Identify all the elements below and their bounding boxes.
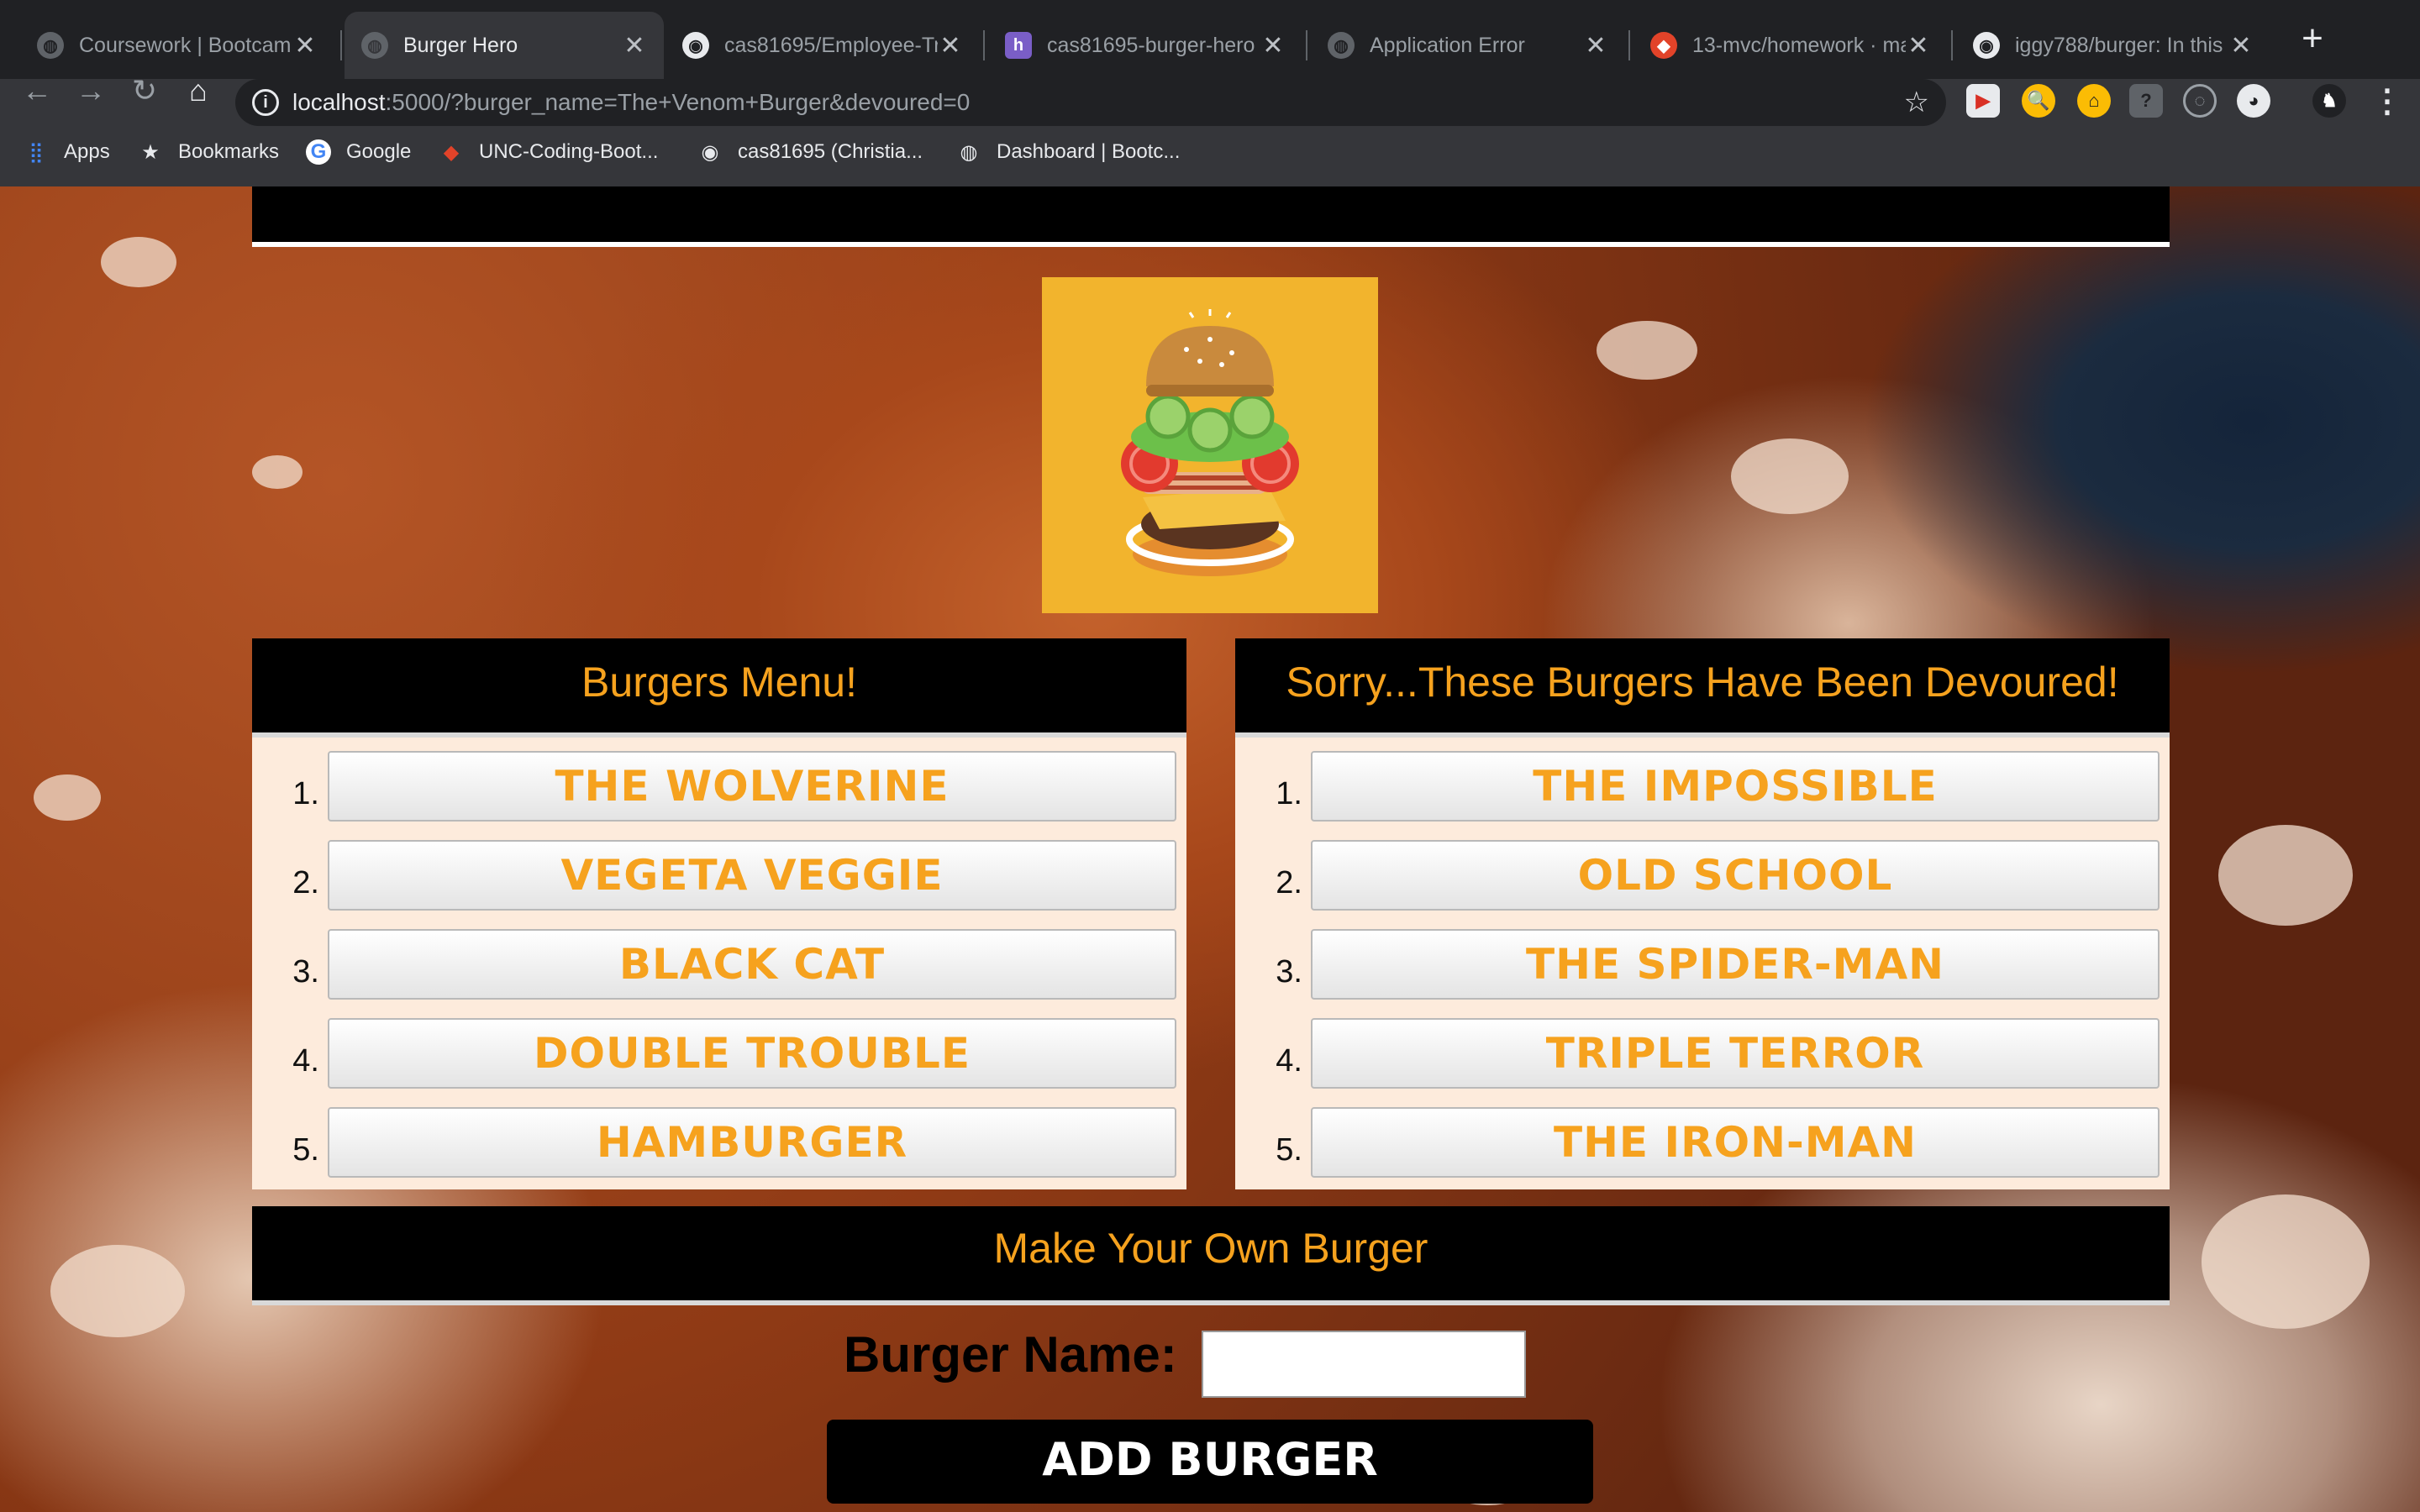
devoured-title: Sorry...These Burgers Have Been Devoured… — [1235, 638, 2170, 738]
globe-icon: ◍ — [37, 32, 64, 59]
tab-application-error[interactable]: ◍ Application Error ✕ — [1311, 12, 1625, 79]
background-texture — [2218, 825, 2353, 926]
devour-button[interactable]: Double Trouble — [328, 1018, 1176, 1089]
tab-iggy-burger[interactable]: ◉ iggy788/burger: In this ✕ — [1956, 12, 2270, 79]
close-icon[interactable]: ✕ — [1260, 31, 1286, 60]
background-texture — [34, 774, 101, 821]
forward-button[interactable]: → — [72, 72, 109, 109]
bookmark-star-icon[interactable]: ☆ — [1904, 86, 1929, 119]
bookmark-google[interactable]: G Google — [306, 139, 411, 165]
extension-icon[interactable]: ◌ — [2183, 84, 2217, 118]
gitlab-icon: ◆ — [443, 140, 460, 164]
burgers-menu-list: 1. The Wolverine 2. Vegeta Veggie 3. Bla… — [252, 738, 1186, 1189]
top-navbar — [252, 186, 2170, 247]
burger-name-label: Burger Name: — [844, 1326, 1177, 1383]
close-icon[interactable]: ✕ — [938, 31, 963, 60]
close-icon[interactable]: ✕ — [1583, 31, 1608, 60]
list-item: 1. The Impossible — [1235, 746, 2170, 835]
tab-divider — [340, 30, 342, 60]
devour-button[interactable]: The Wolverine — [328, 751, 1176, 822]
add-burger-button[interactable]: Add Burger — [827, 1420, 1593, 1504]
globe-icon: ◍ — [361, 32, 388, 59]
tab-divider — [1306, 30, 1307, 60]
profile-avatar-icon[interactable]: ♞ — [2312, 84, 2346, 118]
background-texture — [252, 455, 302, 489]
bookmark-bookmarks[interactable]: ★ Bookmarks — [138, 139, 279, 165]
devoured-panel: Sorry...These Burgers Have Been Devoured… — [1235, 638, 2170, 1189]
video-extension-icon[interactable]: ▶ — [1966, 84, 2000, 118]
bookmark-cas81695[interactable]: ◉ cas81695 (Christia... — [697, 139, 923, 165]
apps-grid-icon: ⣿ — [29, 140, 44, 164]
background-texture — [1731, 438, 1849, 514]
burger-logo — [1042, 277, 1378, 613]
list-item: 5. The Iron-Man — [1235, 1102, 2170, 1191]
devoured-burger-button[interactable]: The Iron-Man — [1311, 1107, 2160, 1178]
background-texture — [1597, 321, 1697, 380]
list-item: 2. Vegeta Veggie — [252, 835, 1186, 924]
tab-gitlab-homework[interactable]: ◆ 13-mvc/homework · ma ✕ — [1634, 12, 1948, 79]
burger-icon — [1121, 309, 1299, 576]
devour-button[interactable]: Hamburger — [328, 1107, 1176, 1178]
url-text: localhost:5000/?burger_name=The+Venom+Bu… — [292, 89, 971, 115]
page-viewport: Burgers Menu! 1. The Wolverine 2. Vegeta… — [0, 186, 2420, 1512]
info-icon[interactable]: i — [252, 89, 279, 116]
devour-button[interactable]: Vegeta Veggie — [328, 840, 1176, 911]
search-extension-icon[interactable]: 🔍 — [2022, 84, 2055, 118]
reload-button[interactable]: ↻ — [126, 72, 163, 109]
star-icon: ★ — [141, 140, 160, 164]
google-icon: G — [306, 139, 331, 165]
github-icon: ◉ — [701, 140, 719, 164]
tab-divider — [1628, 30, 1630, 60]
burgers-menu-title: Burgers Menu! — [252, 638, 1186, 738]
address-bar[interactable]: i localhost:5000/?burger_name=The+Venom+… — [235, 79, 1946, 126]
home-extension-icon[interactable]: ⌂ — [2077, 84, 2111, 118]
globe-icon: ◍ — [1328, 32, 1355, 59]
tab-heroku-app[interactable]: h cas81695-burger-hero ✕ — [988, 12, 1302, 79]
back-button[interactable]: ← — [18, 72, 55, 109]
new-tab-button[interactable]: + — [2294, 20, 2331, 59]
list-item: 3. The Spider-Man — [1235, 924, 2170, 1013]
list-item: 5. Hamburger — [252, 1102, 1186, 1191]
devoured-list: 1. The Impossible 2. Old School 3. The S… — [1235, 738, 2170, 1189]
make-burger-heading: Make Your Own Burger — [252, 1206, 2170, 1305]
tab-divider — [983, 30, 985, 60]
more-menu-icon[interactable]: ⋮ — [2371, 82, 2403, 120]
burger-name-input[interactable] — [1202, 1331, 1526, 1398]
list-item: 4. Triple Terror — [1235, 1013, 2170, 1102]
bookmark-unc-coding[interactable]: ◆ UNC-Coding-Boot... — [439, 139, 659, 165]
tab-employee-tracker[interactable]: ◉ cas81695/Employee-Tr ✕ — [666, 12, 980, 79]
close-icon[interactable]: ✕ — [622, 31, 647, 60]
heroku-icon: h — [1005, 32, 1032, 59]
help-extension-icon[interactable]: ? — [2129, 84, 2163, 118]
list-item: 3. Black Cat — [252, 924, 1186, 1013]
background-texture — [101, 237, 176, 287]
github-icon: ◉ — [1973, 32, 2000, 59]
list-item: 2. Old School — [1235, 835, 2170, 924]
tab-coursework[interactable]: ◍ Coursework | Bootcamp ✕ — [20, 12, 334, 79]
list-item: 1. The Wolverine — [252, 746, 1186, 835]
bookmark-apps[interactable]: ⣿ Apps — [24, 139, 110, 165]
burgers-menu-panel: Burgers Menu! 1. The Wolverine 2. Vegeta… — [252, 638, 1186, 1189]
tab-strip: ◍ Coursework | Bootcamp ✕ ◍ Burger Hero … — [0, 0, 2420, 79]
bookmark-dashboard[interactable]: ◍ Dashboard | Bootc... — [956, 139, 1181, 165]
devoured-burger-button[interactable]: Triple Terror — [1311, 1018, 2160, 1089]
close-icon[interactable]: ✕ — [1906, 31, 1931, 60]
github-icon: ◉ — [682, 32, 709, 59]
close-icon[interactable]: ✕ — [2228, 31, 2254, 60]
devoured-burger-button[interactable]: The Impossible — [1311, 751, 2160, 822]
tab-divider — [1951, 30, 1953, 60]
devoured-burger-button[interactable]: The Spider-Man — [1311, 929, 2160, 1000]
tab-burger-hero[interactable]: ◍ Burger Hero ✕ — [345, 12, 664, 79]
devour-button[interactable]: Black Cat — [328, 929, 1176, 1000]
globe-icon: ◍ — [960, 140, 978, 164]
close-icon[interactable]: ✕ — [292, 31, 318, 60]
gitlab-icon: ◆ — [1650, 32, 1677, 59]
list-item: 4. Double Trouble — [252, 1013, 1186, 1102]
extension-icon[interactable]: ◕ — [2237, 84, 2270, 118]
home-button[interactable]: ⌂ — [180, 72, 217, 109]
devoured-burger-button[interactable]: Old School — [1311, 840, 2160, 911]
background-texture — [50, 1245, 185, 1337]
background-texture — [2202, 1194, 2370, 1329]
